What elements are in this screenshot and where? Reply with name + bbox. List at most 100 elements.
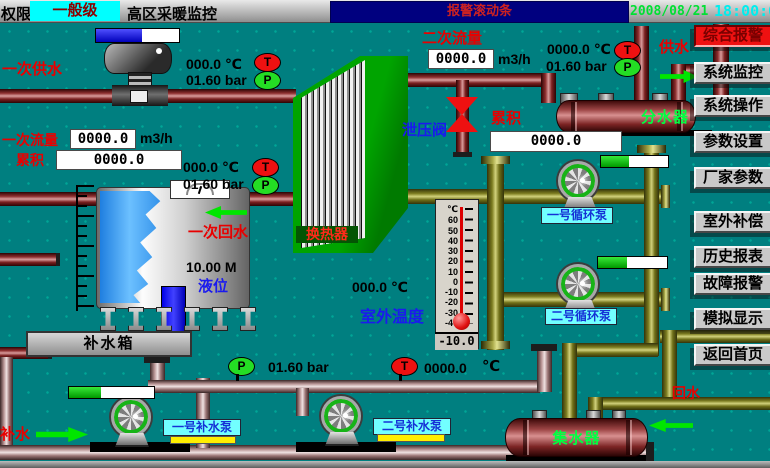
pipe-zone-supply-drop bbox=[671, 64, 686, 103]
temp-indicator: T bbox=[254, 53, 281, 72]
circ-pump1-label[interactable]: 一号循环泵 bbox=[541, 207, 613, 224]
secondary-total-label: 累积 bbox=[491, 107, 521, 128]
thermometer-bulb bbox=[453, 313, 470, 330]
makeup-pump2-icon[interactable] bbox=[321, 396, 361, 436]
pipe-flange bbox=[661, 288, 670, 311]
indicator-stem bbox=[236, 374, 239, 381]
bottom-frame bbox=[0, 461, 770, 468]
pipe-splitter-inlet bbox=[541, 73, 556, 103]
outdoor-temp-label: 室外温度 bbox=[360, 303, 424, 327]
valve-actuator-icon[interactable] bbox=[104, 43, 172, 74]
page-title: 高区采暖监控 bbox=[127, 3, 217, 24]
pipe-flange bbox=[481, 341, 510, 349]
thermometer-scale: ℃ 60 50 40 30 20 10 0 -10 -20 -30 -40 bbox=[438, 204, 458, 328]
primary-supply-label: 一次供水 bbox=[2, 58, 62, 79]
menu-button-factory-params[interactable]: 厂家参数 bbox=[694, 167, 770, 189]
circ-pump2-label[interactable]: 二号循环泵 bbox=[545, 308, 617, 325]
primary-total-label: 累积 bbox=[16, 150, 44, 170]
primary-supply-pres: 01.60 bar bbox=[186, 72, 247, 88]
menu-button-parameter-setting[interactable]: 参数设置 bbox=[694, 131, 770, 153]
primary-flow-unit: m3/h bbox=[140, 130, 173, 146]
makeup-pump2-base bbox=[325, 432, 359, 446]
pipe-collector-drop1 bbox=[562, 343, 577, 421]
pressure-indicator: P bbox=[252, 176, 279, 195]
pressure-indicator: P bbox=[254, 71, 281, 90]
temp-indicator: T bbox=[391, 357, 418, 376]
makeup-tank-ruler bbox=[76, 185, 98, 311]
zone-supply-label: 供水 bbox=[659, 36, 689, 57]
menu-button-outdoor-compensation[interactable]: 室外补偿 bbox=[694, 211, 770, 233]
outdoor-temp-value: 000.0 ℃ bbox=[352, 279, 408, 296]
primary-flow-label: 一次流量 bbox=[2, 130, 58, 150]
primary-return-pres: 01.60 bar bbox=[183, 176, 244, 192]
thermo-unit: ℃ bbox=[447, 204, 458, 215]
heat-exchanger[interactable]: 换热器 bbox=[290, 52, 412, 255]
secondary-flow-unit: m3/h bbox=[498, 51, 531, 67]
collector-label: 集水器 bbox=[506, 419, 647, 456]
circ-pump2-icon[interactable] bbox=[558, 264, 598, 304]
pipe-cap bbox=[453, 152, 472, 157]
menu-button-simulation-display[interactable]: 模拟显示 bbox=[694, 308, 770, 330]
thermo-tick: 20 bbox=[448, 256, 458, 266]
secondary-flow-label: 二次流量 bbox=[422, 27, 482, 48]
valve-opening-gauge bbox=[95, 28, 180, 43]
tank-level-label: 液位 bbox=[198, 275, 228, 296]
outdoor-thermometer: ℃ 60 50 40 30 20 10 0 -10 -20 -30 -40 -1… bbox=[435, 199, 479, 349]
heat-exchanger-plates bbox=[301, 58, 365, 250]
heat-exchanger-label: 换热器 bbox=[296, 226, 358, 243]
makeup-pump1-label[interactable]: 一号补水泵 bbox=[163, 419, 241, 436]
circ-pump1-gauge bbox=[600, 155, 669, 168]
makeup-pump1-icon[interactable] bbox=[111, 397, 151, 437]
pipe-circ-left-riser bbox=[487, 160, 504, 350]
primary-flow-value: 0000.0 bbox=[70, 129, 136, 149]
secondary-total-value: 0000.0 bbox=[490, 131, 622, 152]
permission-level-badge: 一般级 bbox=[30, 1, 120, 21]
circ-pump1-icon[interactable] bbox=[558, 161, 598, 201]
collector-manifold[interactable]: 集水器 bbox=[505, 418, 648, 457]
thermo-tick: 50 bbox=[448, 226, 458, 236]
thermo-tick: 10 bbox=[448, 267, 458, 277]
thermo-tick: 40 bbox=[448, 236, 458, 246]
return-temp-unit: ℃ bbox=[482, 357, 500, 375]
pipe-cap bbox=[144, 356, 170, 363]
pipe-flange bbox=[481, 156, 510, 164]
splitter-manifold[interactable]: 分水器 bbox=[556, 100, 696, 133]
title-bar: 权限: 一般级 高区采暖监控 报警滚动条 2008/08/21 18:00:0 bbox=[0, 0, 770, 23]
return-temp-value: 0000.0 bbox=[424, 360, 467, 376]
makeup-pump1-gauge bbox=[68, 386, 155, 399]
makeup-label: 补水 bbox=[0, 423, 30, 444]
thermo-tick: -20 bbox=[445, 297, 458, 307]
hmi-screen: 分水器 集水器 换热器 泄压阀 补水箱 10.00 M 液位 ℃ 60 50 bbox=[0, 0, 770, 468]
secondary-supply-temp: 0000.0 ℃ bbox=[547, 41, 611, 58]
makeup-pump2-label[interactable]: 二号补水泵 bbox=[373, 418, 451, 435]
zone-return-label: 回水 bbox=[672, 383, 700, 403]
valve-indicator-dot bbox=[156, 48, 162, 54]
thermometer-tube bbox=[460, 207, 463, 327]
makeup-tank-base: 补水箱 bbox=[26, 331, 192, 357]
circ-pump2-gauge bbox=[597, 256, 668, 269]
menu-button-alarm-summary[interactable]: 综合报警 bbox=[694, 25, 770, 47]
thermometer-reading: -10.0 bbox=[435, 332, 478, 350]
makeup-pump2-underline bbox=[377, 434, 445, 442]
menu-button-system-monitor[interactable]: 系统监控 bbox=[694, 62, 770, 84]
splitter-label: 分水器 bbox=[557, 101, 695, 132]
pipe-flange bbox=[661, 185, 670, 208]
menu-button-fault-alarm[interactable]: 故障报警 bbox=[694, 273, 770, 295]
pressure-indicator: P bbox=[614, 58, 641, 77]
pipe-flange bbox=[637, 145, 666, 153]
pressure-indicator: P bbox=[228, 357, 255, 376]
temp-indicator: T bbox=[252, 158, 279, 177]
primary-supply-temp: 000.0 ℃ bbox=[186, 56, 242, 73]
thermo-tick: 0 bbox=[453, 277, 458, 287]
menu-button-system-operation[interactable]: 系统操作 bbox=[694, 95, 770, 117]
makeup-pump1-underline bbox=[170, 436, 236, 444]
menu-button-history-report[interactable]: 历史报表 bbox=[694, 246, 770, 268]
pipe-pump2-connector bbox=[296, 388, 309, 416]
time-display: 18:00:0 bbox=[714, 2, 770, 20]
secondary-supply-pres: 01.60 bar bbox=[546, 58, 607, 74]
pipe-makeup-riser-b bbox=[537, 350, 552, 392]
makeup-pres: 01.60 bar bbox=[268, 359, 329, 375]
primary-total-value: 0000.0 bbox=[56, 150, 182, 170]
pipe-makeup-upper bbox=[148, 380, 540, 393]
menu-button-return-home[interactable]: 返回首页 bbox=[694, 344, 770, 366]
